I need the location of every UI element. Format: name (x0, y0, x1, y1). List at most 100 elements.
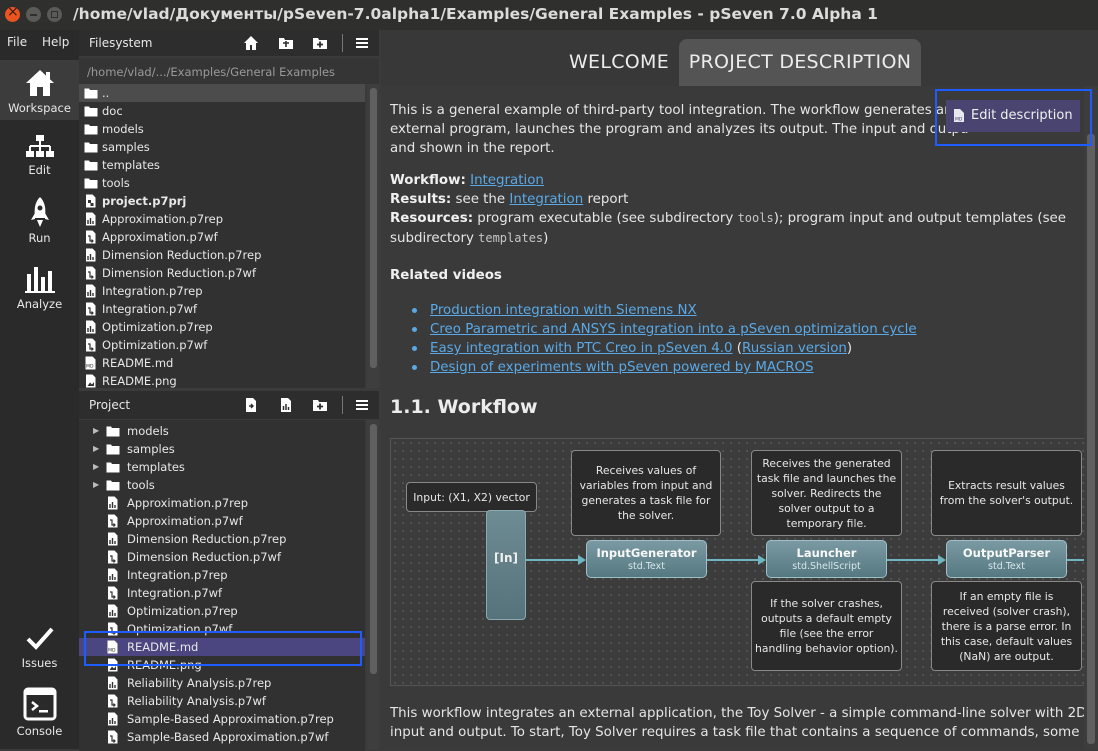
video-item: Easy integration with PTC Creo in pSeven… (430, 339, 852, 358)
home-icon[interactable] (243, 35, 259, 51)
project-file-icon (86, 194, 96, 208)
window-minimize-button[interactable] (26, 7, 41, 22)
filesystem-item-label: README.md (102, 356, 174, 370)
tab-bar: WELCOME PROJECT DESCRIPTION (381, 30, 1098, 86)
block-launcher[interactable]: Launcher std.ShellScript (766, 540, 887, 578)
hamburger-menu-icon[interactable] (354, 397, 370, 413)
report-file-icon (108, 568, 118, 582)
filesystem-scroll-thumb[interactable] (370, 88, 377, 368)
project-row[interactable]: Integration.p7rep (79, 566, 365, 584)
filesystem-row[interactable]: doc (79, 102, 365, 120)
project-row[interactable]: Reliability Analysis.p7rep (79, 674, 365, 692)
project-row[interactable]: Sample-Based Approximation.p7rep (79, 710, 365, 728)
project-row[interactable]: Sample-Based Approximation.p7wf (79, 728, 365, 746)
video-link-4[interactable]: Design of experiments with pSeven powere… (430, 360, 814, 375)
filesystem-row[interactable]: Dimension Reduction.p7wf (79, 264, 365, 282)
filesystem-row[interactable]: Dimension Reduction.p7rep (79, 246, 365, 264)
block-output-parser[interactable]: OutputParser std.Text (946, 540, 1067, 578)
results-link[interactable]: Integration (509, 192, 583, 207)
project-row[interactable]: Optimization.p7rep (79, 602, 365, 620)
run-button[interactable]: Run (0, 196, 79, 245)
new-folder-icon[interactable] (312, 35, 328, 51)
filesystem-row[interactable]: MD README.md (79, 354, 365, 372)
project-row[interactable]: ▶ samples (79, 440, 365, 458)
filesystem-row[interactable]: Optimization.p7wf (79, 336, 365, 354)
tab-welcome[interactable]: WELCOME (559, 39, 679, 86)
expand-arrow-icon[interactable]: ▶ (93, 462, 99, 471)
content-scroll-thumb[interactable] (1087, 134, 1095, 744)
input-port[interactable]: [In] (486, 510, 526, 620)
filesystem-row[interactable]: project.p7prj (79, 192, 365, 210)
filesystem-panel-header: Filesystem (79, 30, 379, 56)
project-list[interactable]: ▶ models ▶ samples ▶ templates ▶ tools Approxima… (79, 420, 365, 751)
filesystem-row[interactable]: README.png (79, 372, 365, 388)
filesystem-row[interactable]: templates (79, 156, 365, 174)
window-title: /home/vlad/Документы/pSeven-7.0alpha1/Ex… (73, 5, 878, 23)
filesystem-item-label: samples (102, 140, 150, 154)
hamburger-menu-icon[interactable] (354, 35, 370, 51)
video-link-2[interactable]: Creo Parametric and ANSYS integration in… (430, 322, 917, 337)
project-row[interactable]: Dimension Reduction.p7rep (79, 530, 365, 548)
workflow-file-icon (86, 338, 96, 352)
expand-arrow-icon[interactable]: ▶ (93, 426, 99, 435)
project-row[interactable]: Reliability Analysis.p7wf (79, 692, 365, 710)
content-scrollbar[interactable] (1084, 86, 1098, 749)
project-row[interactable]: ▶ templates (79, 458, 365, 476)
workspace-button[interactable]: Workspace (0, 60, 79, 120)
filesystem-row[interactable]: models (79, 120, 365, 138)
report-file-icon (108, 532, 118, 546)
filesystem-row[interactable]: Integration.p7rep (79, 282, 365, 300)
filesystem-row[interactable]: tools (79, 174, 365, 192)
link-arrow (938, 555, 946, 565)
russian-version-link[interactable]: Russian version (742, 341, 847, 356)
new-folder-icon[interactable] (312, 397, 328, 413)
project-row[interactable]: ▶ tools (79, 476, 365, 494)
folder-icon (106, 462, 120, 473)
project-scroll-thumb[interactable] (370, 424, 377, 674)
window-titlebar: /home/vlad/Документы/pSeven-7.0alpha1/Ex… (0, 0, 1098, 30)
menu-file[interactable]: File (7, 35, 27, 49)
project-row[interactable]: Approximation.p7wf (79, 512, 365, 530)
filesystem-path: /home/vlad/.../Examples/General Examples (79, 58, 379, 84)
filesystem-row[interactable]: Optimization.p7rep (79, 318, 365, 336)
menu-help[interactable]: Help (42, 35, 69, 49)
filesystem-scrollbar[interactable] (367, 84, 379, 388)
project-row[interactable]: ▶ models (79, 422, 365, 440)
open-folder-icon[interactable] (278, 35, 294, 51)
video-link-3[interactable]: Easy integration with PTC Creo in pSeven… (430, 341, 733, 356)
issues-button[interactable]: Issues (0, 625, 79, 670)
note-empty-file: If an empty file is received (solver cra… (931, 581, 1082, 671)
window-close-button[interactable] (5, 4, 20, 22)
add-file-icon[interactable] (243, 397, 259, 413)
workflow-link[interactable]: Integration (470, 173, 544, 188)
project-row[interactable]: Approximation.p7rep (79, 494, 365, 512)
filesystem-item-label: tools (102, 176, 130, 190)
resources-line-2: subdirectory templates) (390, 229, 548, 248)
expand-arrow-icon[interactable]: ▶ (93, 444, 99, 453)
edit-button[interactable]: Edit (0, 134, 79, 177)
project-row[interactable]: Dimension Reduction.p7wf (79, 548, 365, 566)
video-link-1[interactable]: Production integration with Siemens NX (430, 303, 697, 318)
analyze-button[interactable]: Analyze (0, 264, 79, 311)
intro-line-3: and shown in the report. (390, 141, 555, 156)
filesystem-row[interactable]: Approximation.p7wf (79, 228, 365, 246)
issues-label: Issues (21, 656, 58, 670)
project-item-label: Integration.p7rep (127, 568, 228, 582)
filesystem-item-label: README.png (102, 374, 177, 388)
expand-arrow-icon[interactable]: ▶ (93, 480, 99, 489)
block-input-generator[interactable]: InputGenerator std.Text (586, 540, 707, 578)
filesystem-row[interactable]: Approximation.p7rep (79, 210, 365, 228)
filesystem-list[interactable]: .. doc models samples templates tools project.… (79, 84, 365, 388)
filesystem-item-label: Integration.p7wf (102, 302, 198, 316)
project-scrollbar[interactable] (367, 420, 379, 749)
block-type: std.Text (988, 561, 1025, 572)
filesystem-row[interactable]: samples (79, 138, 365, 156)
window-maximize-button[interactable] (47, 7, 62, 22)
filesystem-row[interactable]: .. (79, 84, 365, 102)
filesystem-row[interactable]: Integration.p7wf (79, 300, 365, 318)
add-report-icon[interactable] (278, 397, 294, 413)
analyze-label: Analyze (16, 297, 63, 311)
tab-project-description[interactable]: PROJECT DESCRIPTION (679, 39, 921, 86)
project-row[interactable]: Integration.p7wf (79, 584, 365, 602)
console-button[interactable]: Console (0, 687, 79, 738)
